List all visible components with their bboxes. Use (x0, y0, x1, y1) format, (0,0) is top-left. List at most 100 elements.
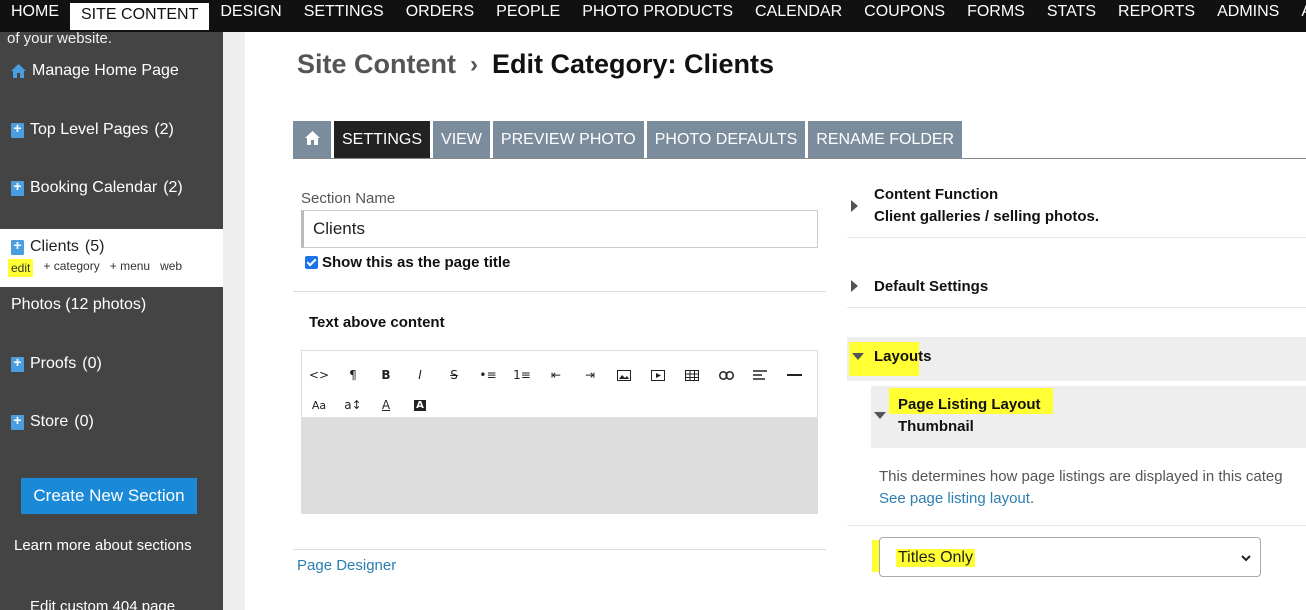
collapse-arrow-icon (852, 353, 864, 360)
home-icon (304, 130, 320, 150)
nav-forms[interactable]: FORMS (956, 0, 1036, 32)
paragraph-icon[interactable]: ¶ (342, 365, 364, 385)
sidebar-item-proofs[interactable]: Proofs (0) (11, 354, 102, 373)
editor-toolbar: <> ¶ B I S •≡ 1≡ ⇤ ⇥ Aa a↕ A A (302, 351, 817, 415)
collapse-arrow-icon (874, 412, 886, 419)
text-above-label: Text above content (309, 314, 445, 331)
expand-arrow-icon (851, 280, 858, 292)
divider (293, 549, 826, 550)
sidebar-item-photos[interactable]: Photos (12 photos) (11, 296, 146, 314)
sidebar: of your website. Manage Home Page Top Le… (0, 32, 223, 610)
sidebar-item-top-level-pages[interactable]: Top Level Pages (2) (11, 120, 174, 139)
section-name-label: Section Name (301, 190, 396, 207)
indent-icon[interactable]: ⇥ (579, 365, 601, 385)
learn-more-link[interactable]: Learn more about sections (14, 537, 192, 554)
default-settings-section[interactable]: Default Settings (847, 272, 1306, 308)
page-listing-layout-select[interactable]: Titles Only (879, 537, 1261, 577)
link-text[interactable]: See page listing layout (879, 490, 1030, 507)
align-left-icon[interactable] (749, 365, 771, 385)
sidebar-item-count: (5) (84, 238, 105, 255)
nav-home[interactable]: HOME (0, 0, 70, 32)
see-page-listing-layout-link[interactable]: See page listing layout. (879, 490, 1034, 507)
page-listing-layout-value: Thumbnail (898, 418, 974, 435)
nav-calendar[interactable]: CALENDAR (744, 0, 853, 32)
background-color-icon[interactable]: A (409, 395, 431, 415)
line-height-icon[interactable]: a↕ (342, 395, 364, 415)
layouts-section[interactable]: Layouts (847, 337, 1306, 381)
sidebar-item-count: (0) (74, 413, 94, 430)
sidebar-item-actions: edit + category + menu web (8, 259, 182, 277)
tab-photo-defaults[interactable]: PHOTO DEFAULTS (646, 121, 806, 159)
nav-reports[interactable]: REPORTS (1107, 0, 1206, 32)
bold-icon[interactable]: B (375, 365, 397, 385)
numbered-list-icon[interactable]: 1≡ (511, 365, 533, 385)
nav-settings[interactable]: SETTINGS (293, 0, 395, 32)
add-page-icon (11, 178, 24, 196)
edit-404-link[interactable]: Edit custom 404 page (30, 598, 175, 610)
show-title-label: Show this as the page title (322, 254, 511, 271)
sidebar-item-label: Booking Calendar (30, 179, 158, 196)
add-menu-link[interactable]: + menu (110, 259, 150, 277)
tab-home[interactable] (293, 121, 331, 159)
divider (847, 525, 1306, 526)
text-color-icon[interactable]: A (375, 395, 397, 415)
table-icon[interactable] (681, 365, 703, 385)
font-size-icon[interactable]: Aa (308, 395, 330, 415)
web-link[interactable]: web (160, 259, 182, 277)
nav-photo-products[interactable]: PHOTO PRODUCTS (571, 0, 744, 32)
tab-bar: SETTINGS VIEW PREVIEW PHOTO PHOTO DEFAUL… (293, 121, 963, 159)
layouts-title: Layouts (874, 348, 932, 365)
nav-orders[interactable]: ORDERS (395, 0, 485, 32)
nav-site-content[interactable]: SITE CONTENT (70, 2, 210, 30)
expand-arrow-icon (851, 200, 858, 212)
strikethrough-icon[interactable]: S (443, 365, 465, 385)
sidebar-item-label: Store (30, 413, 69, 430)
page-listing-description: This determines how page listings are di… (879, 468, 1283, 485)
sidebar-item-booking-calendar[interactable]: Booking Calendar (2) (11, 178, 183, 197)
show-title-checkbox[interactable] (305, 256, 318, 269)
select-value: Titles Only (896, 549, 975, 567)
page-listing-layout-section[interactable]: Page Listing Layout Thumbnail (871, 386, 1306, 448)
nav-admins[interactable]: ADMINS (1206, 0, 1290, 32)
italic-icon[interactable]: I (409, 365, 431, 385)
breadcrumb-root[interactable]: Site Content (297, 49, 456, 80)
sidebar-item-clients[interactable]: Clients (5) (11, 237, 105, 256)
nav-stats[interactable]: STATS (1036, 0, 1107, 32)
bullet-list-icon[interactable]: •≡ (477, 365, 499, 385)
nav-coupons[interactable]: COUPONS (853, 0, 956, 32)
sidebar-item-label: Clients (30, 238, 79, 255)
page-designer-link[interactable]: Page Designer (297, 557, 396, 574)
sidebar-item-manage-home[interactable]: Manage Home Page (11, 62, 179, 80)
tab-rename-folder[interactable]: RENAME FOLDER (808, 121, 963, 159)
rich-text-editor: <> ¶ B I S •≡ 1≡ ⇤ ⇥ Aa a↕ A A (301, 350, 818, 514)
code-view-icon[interactable]: <> (308, 365, 330, 385)
sidebar-item-store[interactable]: Store (0) (11, 412, 94, 431)
video-icon[interactable] (647, 365, 669, 385)
tab-view[interactable]: VIEW (433, 121, 490, 159)
sidebar-item-clients-active: Clients (5) edit + category + menu web (0, 229, 223, 287)
divider (847, 307, 1306, 308)
content-function-title: Content Function (874, 186, 999, 203)
link-icon[interactable] (715, 365, 737, 385)
add-page-icon (11, 237, 24, 255)
nav-design[interactable]: DESIGN (209, 0, 292, 32)
outdent-icon[interactable]: ⇤ (545, 365, 567, 385)
add-category-link[interactable]: + category (43, 259, 99, 277)
content-function-section[interactable]: Content Function Client galleries / sell… (847, 182, 1306, 240)
tab-preview-photo[interactable]: PREVIEW PHOTO (492, 121, 644, 159)
section-name-input[interactable] (301, 210, 818, 248)
sidebar-item-count: (0) (82, 355, 102, 372)
create-new-section-button[interactable]: Create New Section (21, 478, 197, 514)
content-function-value: Client galleries / selling photos. (874, 208, 1100, 225)
nav-people[interactable]: PEOPLE (485, 0, 571, 32)
horizontal-rule-icon[interactable] (783, 365, 805, 385)
editor-content-area[interactable] (302, 417, 817, 513)
sidebar-item-label: Proofs (30, 355, 77, 372)
breadcrumb: Site Content › Edit Category: Clients (297, 49, 774, 80)
nav-all-photos[interactable]: ALL PI (1290, 0, 1306, 32)
tab-settings[interactable]: SETTINGS (334, 121, 431, 159)
image-icon[interactable] (613, 365, 635, 385)
sidebar-item-label: Top Level Pages (30, 121, 149, 138)
edit-link[interactable]: edit (8, 259, 34, 277)
sidebar-item-count: (2) (154, 121, 174, 138)
